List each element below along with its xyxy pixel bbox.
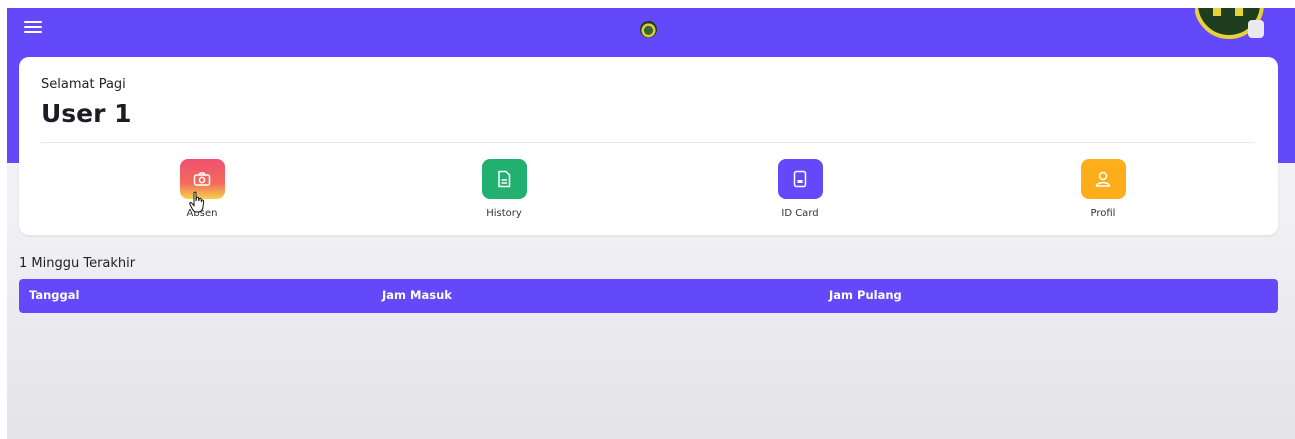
id-card-icon[interactable] — [777, 159, 823, 199]
menu-history-button[interactable]: History — [444, 159, 564, 225]
column-header-jam-masuk: Jam Masuk — [382, 288, 452, 302]
menu-profil-label: Profil — [1090, 208, 1116, 219]
regional-emblem-icon — [640, 21, 657, 38]
menu-idcard-button[interactable]: ID Card — [740, 159, 860, 225]
user-icon[interactable] — [1080, 159, 1126, 199]
column-header-jam-pulang: Jam Pulang — [829, 288, 902, 302]
user-name: User 1 — [41, 99, 132, 128]
menu-history-label: History — [486, 208, 522, 219]
recent-section-title: 1 Minggu Terakhir — [19, 256, 136, 271]
divider — [41, 142, 1254, 143]
hamburger-menu-icon[interactable] — [24, 21, 42, 35]
hand-pointer-cursor-icon — [188, 191, 208, 215]
menu-profil-button[interactable]: Profil — [1043, 159, 1163, 225]
column-header-tanggal: Tanggal — [29, 288, 80, 302]
greeting-text: Selamat Pagi — [41, 77, 126, 92]
attendance-table-header: Tanggal Jam Masuk Jam Pulang — [19, 279, 1278, 313]
menu-idcard-label: ID Card — [781, 208, 819, 219]
document-icon[interactable] — [481, 159, 527, 199]
app-frame: Selamat Pagi User 1 Absen History ID Car… — [7, 8, 1295, 439]
user-avatar-emblem[interactable] — [1194, 8, 1267, 44]
